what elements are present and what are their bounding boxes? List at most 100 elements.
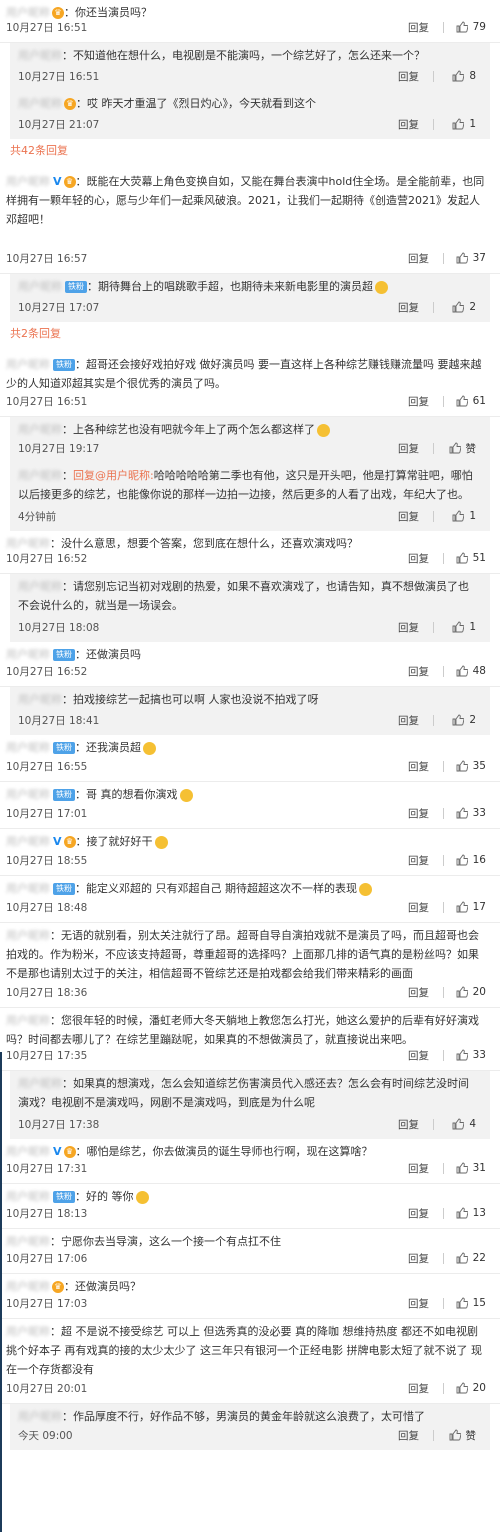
username[interactable]: 用户昵称 [18,280,62,293]
like-button[interactable]: 16 [454,854,486,866]
reply-button[interactable]: 回复 [408,251,429,266]
username[interactable]: 用户昵称 [18,49,62,62]
reply-button[interactable]: 回复 [408,551,429,566]
like-button[interactable]: 33 [454,807,486,819]
like-button[interactable]: 17 [454,901,486,913]
like-count: 赞 [465,1429,477,1442]
reply-item: 用户昵称：不知道他在想什么，电视剧是不能演吗，一个综艺好了，怎么还来一个？ 10月… [10,43,490,91]
thumb-up-icon [456,901,468,913]
reply-button[interactable]: 回复 [398,69,419,84]
username[interactable]: 用户昵称 [18,580,62,593]
reply-button[interactable]: 回复 [408,759,429,774]
like-button[interactable]: 2 [444,301,476,313]
like-count: 35 [472,760,486,772]
like-button[interactable]: 20 [454,1382,486,1394]
thumb-up-icon [456,552,468,564]
reply-button[interactable]: 回复 [398,300,419,315]
reply-button[interactable]: 回复 [408,20,429,35]
reply-button[interactable]: 回复 [408,853,429,868]
like-button[interactable]: 61 [454,395,486,407]
reply-button[interactable]: 回复 [408,1296,429,1311]
comment-text: 用户昵称：不知道他在想什么，电视剧是不能演吗，一个综艺好了，怎么还来一个？ [18,43,476,65]
username[interactable]: 用户昵称 [18,1077,62,1090]
reply-button[interactable]: 回复 [398,509,419,524]
divider [433,1429,434,1441]
like-button[interactable]: 35 [454,760,486,772]
like-button[interactable]: 1 [444,510,476,522]
like-button[interactable]: 79 [454,21,486,33]
verified-v-icon: V [53,175,62,188]
like-button[interactable]: 2 [444,714,476,726]
username[interactable]: 用户昵称 [18,97,62,110]
reply-button[interactable]: 回复 [398,1117,419,1132]
reply-button[interactable]: 回复 [408,985,429,1000]
thumb-up-icon [456,1252,468,1264]
comment-item: 用户昵称 铁粉 ：还做演员吗 10月27日 16:52 回复 48 [0,642,500,687]
reply-button[interactable]: 回复 [408,394,429,409]
username[interactable]: 用户昵称 [18,693,62,706]
divider [443,552,444,564]
like-count: 2 [469,714,476,726]
timestamp: 10月27日 18:41 [18,714,100,727]
like-button[interactable]: 15 [454,1297,486,1309]
like-button[interactable]: 1 [444,118,476,130]
reply-mention-link[interactable]: 回复@用户昵称: [73,469,154,482]
comment-meta: 10月27日 16:57 回复 37 [6,245,486,271]
reply-button[interactable]: 回复 [398,620,419,635]
reply-button[interactable]: 回复 [408,900,429,915]
like-button[interactable]: 4 [444,1118,476,1130]
more-replies-link[interactable]: 共42条回复 [0,139,500,169]
like-button[interactable]: 赞 [444,1428,476,1443]
divider [433,510,434,522]
like-count: 16 [472,854,486,866]
divider [443,760,444,772]
reply-item: 用户昵称：拍戏接综艺一起搞也可以啊 人家也没说不拍戏了呀 10月27日 18:41… [10,687,490,735]
comment-body: 不知道他在想什么，电视剧是不能演吗，一个综艺好了，怎么还来一个？ [73,49,425,62]
comment-item: 用户昵称：无语的就别看，别太关注就行了昂。超哥自导自演拍戏就不是演员了吗，而且超… [0,923,500,1008]
reply-button[interactable]: 回复 [408,1381,429,1396]
reply-button[interactable]: 回复 [398,117,419,132]
like-button[interactable]: 22 [454,1252,486,1264]
reply-button[interactable]: 回复 [408,1048,429,1063]
timestamp: 10月27日 18:13 [6,1207,88,1220]
like-button[interactable]: 48 [454,665,486,677]
like-button[interactable]: 8 [444,70,476,82]
reply-button[interactable]: 回复 [398,1428,419,1443]
like-button[interactable]: 37 [454,252,486,264]
comment-meta: 10月27日 21:07 回复 1 [18,111,476,137]
colon: ： [76,97,87,110]
comment-text: 用户昵称：拍戏接综艺一起搞也可以啊 人家也没说不拍戏了呀 [18,687,476,709]
username[interactable]: 用户昵称 [18,469,62,482]
divider [443,1297,444,1309]
like-button[interactable]: 20 [454,986,486,998]
timestamp: 10月27日 18:48 [6,901,88,914]
username[interactable]: 用户昵称 [6,929,50,942]
reply-item: 用户昵称 ♛ ：哎 昨天才重温了《烈日灼心》，今天就看到这个 10月27日 21:07… [10,91,490,139]
reply-button[interactable]: 回复 [398,441,419,456]
username[interactable]: 用户昵称 [6,358,50,371]
comment-item: 用户昵称：超 不是说不接受综艺 可以上 但选秀真的没必要 真的降咖 想维持热度 … [0,1319,500,1404]
timestamp: 10月27日 17:01 [6,807,88,820]
like-button[interactable]: 1 [444,621,476,633]
reply-button[interactable]: 回复 [408,1206,429,1221]
reply-button[interactable]: 回复 [398,713,419,728]
thumb-up-icon [456,395,468,407]
comment-item: 用户昵称 铁粉 ：超哥还会接好戏拍好戏 做好演员吗 要一直这样上各种综艺赚钱赚流量吗… [0,352,500,417]
username[interactable]: 用户昵称 [6,175,50,188]
like-button[interactable]: 13 [454,1207,486,1219]
more-replies-link[interactable]: 共2条回复 [0,322,500,352]
like-button[interactable]: 赞 [444,441,476,456]
divider [443,1252,444,1264]
reply-button[interactable]: 回复 [408,1251,429,1266]
reply-button[interactable]: 回复 [408,1161,429,1176]
like-button[interactable]: 51 [454,552,486,564]
username[interactable]: 用户昵称 [6,1014,50,1027]
like-button[interactable]: 31 [454,1162,486,1174]
reply-button[interactable]: 回复 [408,806,429,821]
reply-button[interactable]: 回复 [408,664,429,679]
divider [443,1207,444,1219]
timestamp: 10月27日 21:07 [18,118,100,131]
like-button[interactable]: 33 [454,1049,486,1061]
comment-item: 用户昵称 铁粉 ：还我演员超 10月27日 16:55 回复 35 [0,735,500,782]
username[interactable]: 用户昵称 [6,1325,50,1338]
